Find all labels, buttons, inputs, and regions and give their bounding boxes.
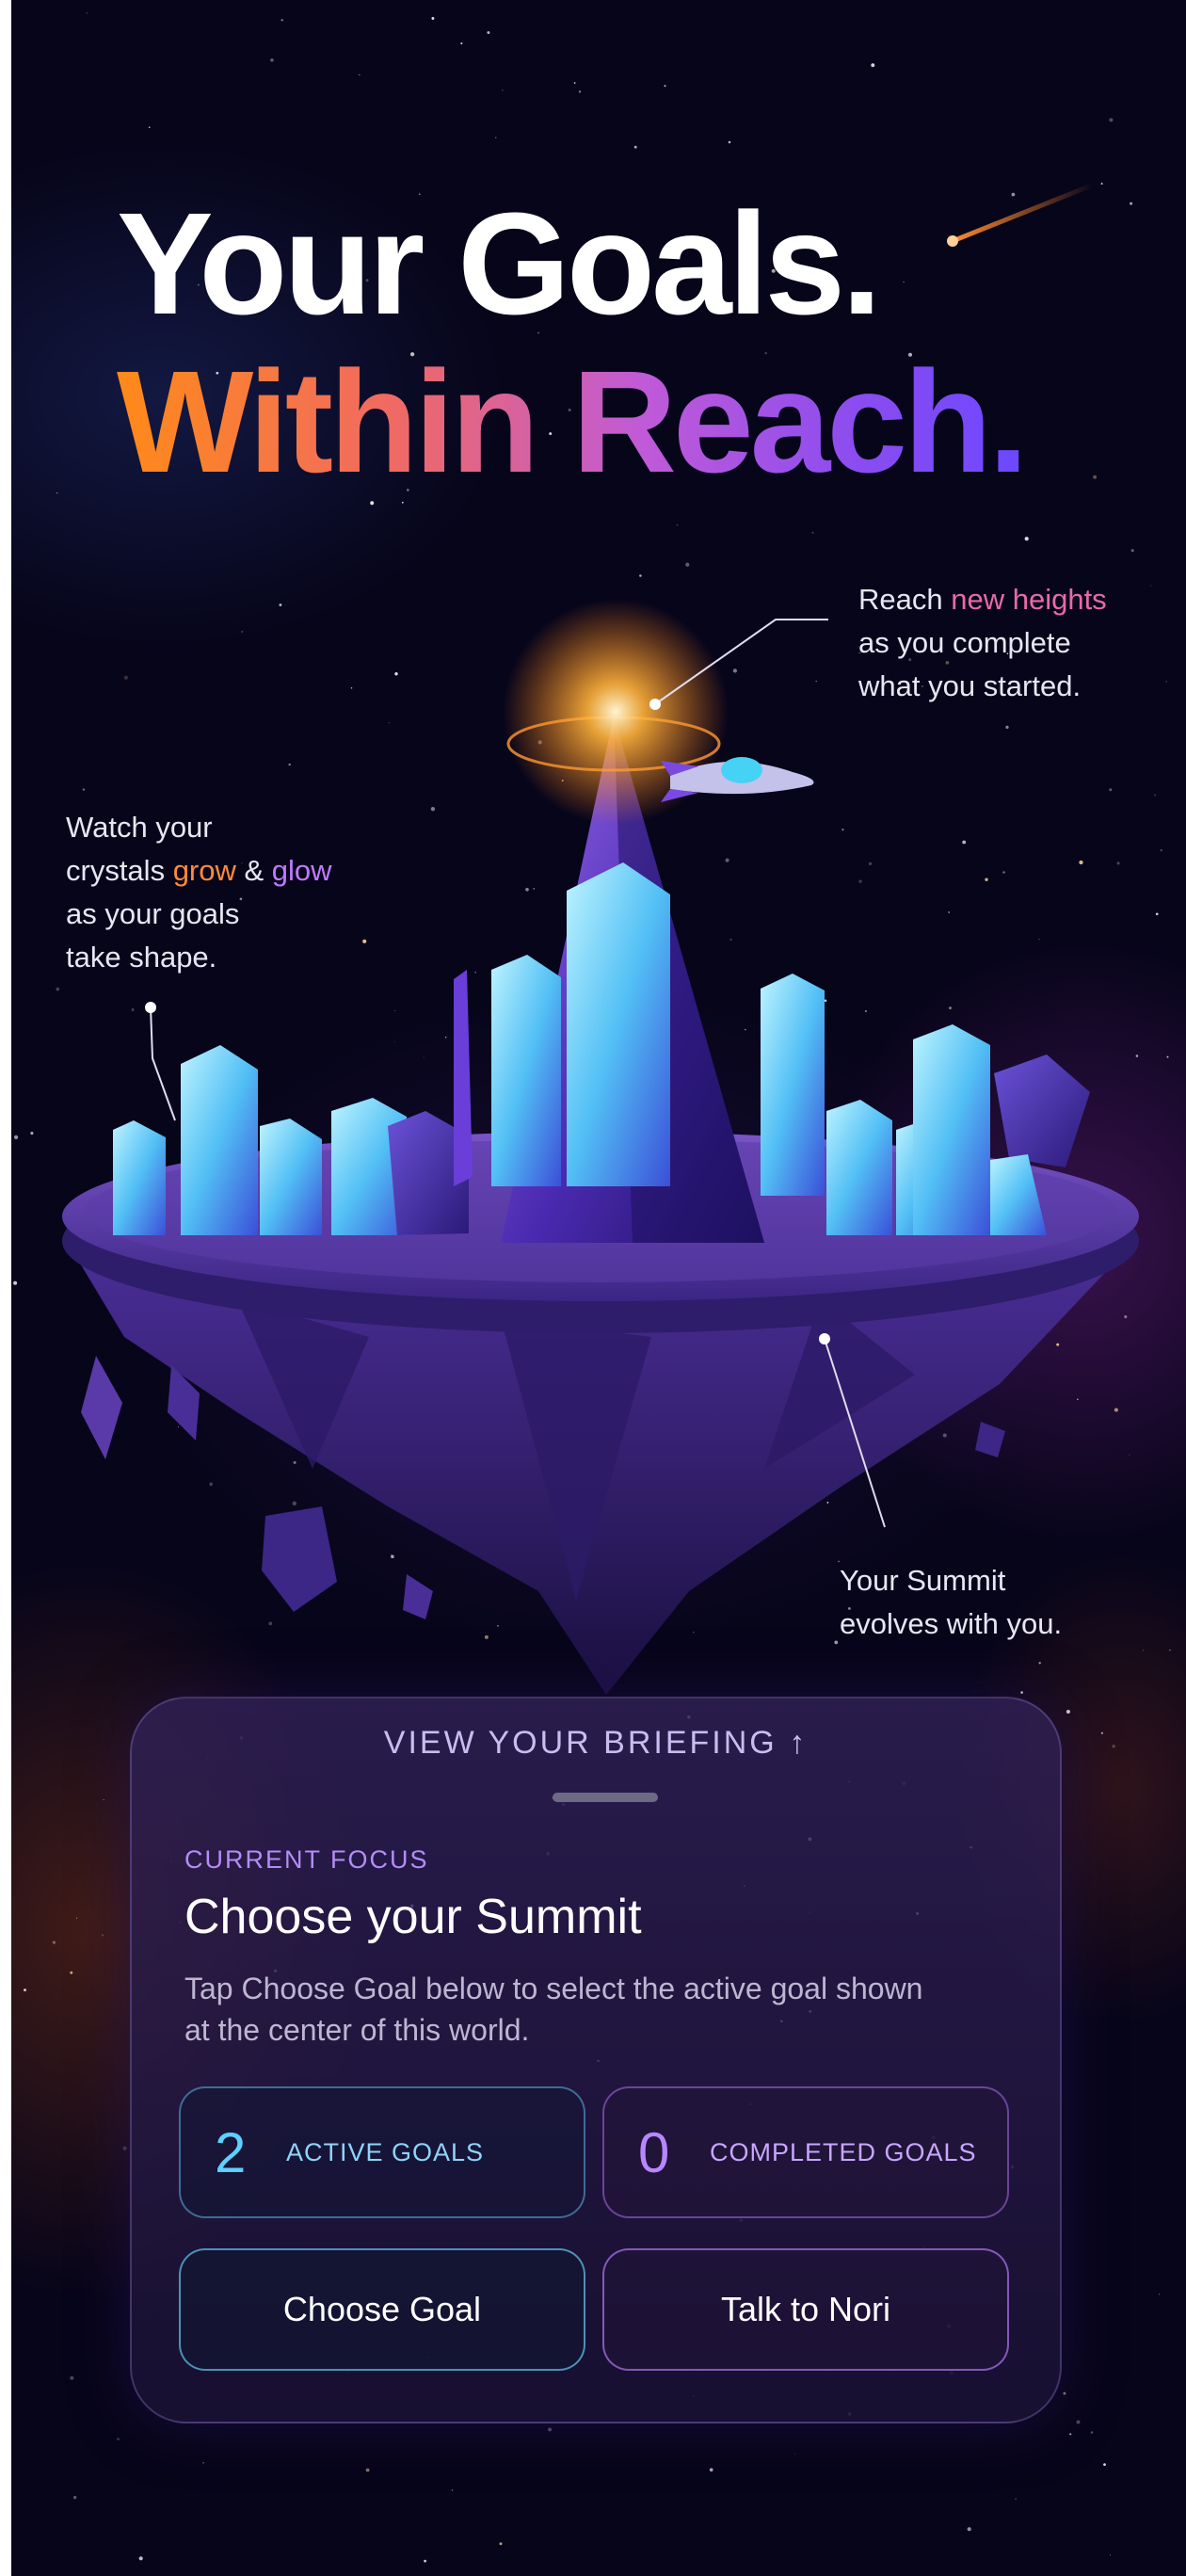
star — [202, 2462, 204, 2464]
active-goals-label: ACTIVE GOALS — [286, 2137, 485, 2166]
star — [1110, 2554, 1112, 2556]
star — [138, 2556, 143, 2561]
star — [1069, 2433, 1072, 2436]
star — [70, 1971, 73, 1974]
star — [424, 2559, 426, 2563]
highlight-new-heights: new heights — [951, 583, 1107, 616]
highlight-glow: glow — [271, 854, 332, 887]
star — [451, 2489, 454, 2491]
star — [794, 2453, 796, 2455]
star — [70, 2375, 74, 2380]
current-focus-label: CURRENT FOCUS — [184, 1845, 429, 1874]
callout-crystals: Watch your crystals grow & glow as your … — [66, 811, 332, 974]
highlight-grow: grow — [172, 854, 236, 887]
completed-goals-stat: 0 COMPLETED GOALS — [602, 2086, 1009, 2218]
star — [101, 1934, 104, 1937]
current-focus-description: Tap Choose Goal below to select the acti… — [184, 1972, 923, 2047]
star — [499, 2542, 503, 2546]
star — [72, 2495, 77, 2500]
star — [52, 1940, 56, 1944]
star — [24, 1988, 26, 1992]
star — [548, 2427, 553, 2432]
completed-goals-label: COMPLETED GOALS — [710, 2137, 977, 2166]
hero-title-line1: Your Goals. — [117, 183, 882, 345]
active-goals-count: 2 — [215, 2120, 247, 2184]
star — [967, 2527, 971, 2532]
star — [1100, 1731, 1103, 1734]
active-goals-stat: 2 ACTIVE GOALS — [179, 2086, 585, 2218]
star — [709, 2468, 713, 2472]
completed-goals-count: 0 — [638, 2120, 670, 2184]
star — [122, 2146, 127, 2150]
hero-headline: Your Goals. Within Reach. — [117, 183, 1029, 503]
star — [365, 2468, 370, 2472]
view-briefing-toggle[interactable]: VIEW YOUR BRIEFING ↑ — [132, 1725, 1060, 1762]
drag-handle[interactable] — [553, 1793, 658, 1802]
current-focus-title: Choose your Summit — [184, 1890, 642, 1944]
briefing-card: VIEW YOUR BRIEFING ↑ CURRENT FOCUS Choos… — [130, 1697, 1062, 2423]
callout-new-heights: Reach new heights as you complete what y… — [858, 583, 1107, 702]
hero-title-line2: Within Reach. — [117, 341, 1029, 503]
star — [1112, 1745, 1115, 1748]
star — [1015, 2498, 1017, 2500]
choose-goal-button[interactable]: Choose Goal — [179, 2248, 585, 2371]
callout-summit: Your Summit evolves with you. — [840, 1564, 1063, 1640]
star — [1076, 2420, 1081, 2424]
star — [1090, 2431, 1094, 2434]
star — [116, 2438, 120, 2441]
star — [1103, 2463, 1106, 2466]
talk-to-nori-button[interactable]: Talk to Nori — [602, 2248, 1009, 2371]
star — [75, 1917, 78, 1920]
star — [1063, 2391, 1066, 2395]
app-screen: Your Goals. Within Reach. Reach new heig… — [11, 0, 1186, 2576]
